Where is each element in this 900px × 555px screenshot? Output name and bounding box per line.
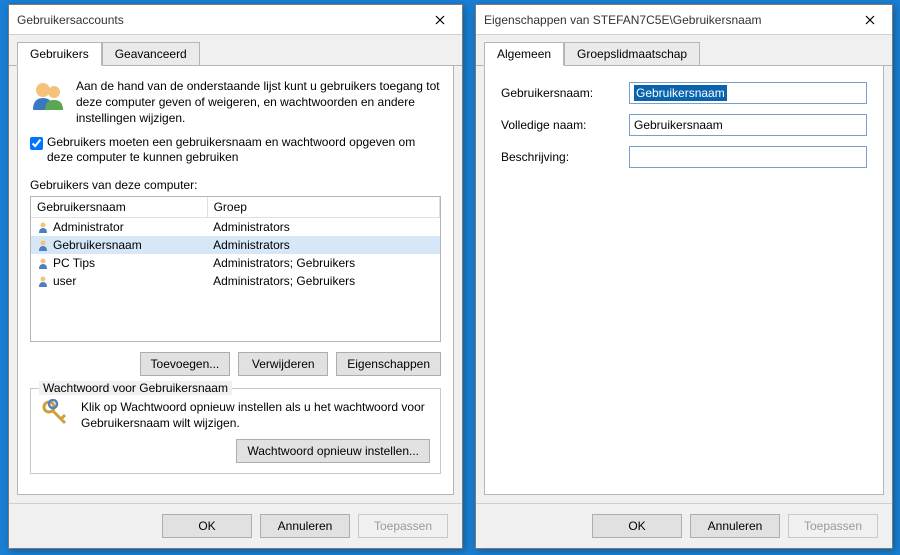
user-icon	[37, 239, 49, 251]
column-username[interactable]: Gebruikersnaam	[31, 197, 207, 218]
cell-username: PC Tips	[31, 254, 207, 272]
cell-username: user	[31, 272, 207, 290]
properties-button[interactable]: Eigenschappen	[336, 352, 441, 376]
close-icon	[435, 15, 445, 25]
titlebar[interactable]: Eigenschappen van STEFAN7C5E\Gebruikersn…	[476, 5, 892, 35]
titlebar[interactable]: Gebruikersaccounts	[9, 5, 462, 35]
cancel-button[interactable]: Annuleren	[690, 514, 780, 538]
reset-password-button[interactable]: Wachtwoord opnieuw instellen...	[236, 439, 430, 463]
table-row[interactable]: userAdministrators; Gebruikers	[31, 272, 440, 290]
user-icon	[37, 221, 49, 233]
password-groupbox: Wachtwoord voor Gebruikersnaam Klik op W…	[30, 388, 441, 474]
cell-group: Administrators	[207, 236, 439, 254]
tab-panel-general: Gebruikersnaam: Gebruikersnaam Volledige…	[484, 66, 884, 495]
tab-membership[interactable]: Groepslidmaatschap	[564, 42, 700, 66]
cell-username: Administrator	[31, 217, 207, 236]
cell-group: Administrators; Gebruikers	[207, 272, 439, 290]
username-field[interactable]: Gebruikersnaam	[629, 82, 867, 104]
cell-group: Administrators	[207, 217, 439, 236]
tabstrip: Gebruikers Geavanceerd	[9, 35, 462, 66]
fullname-label: Volledige naam:	[501, 118, 621, 132]
description-label: Beschrijving:	[501, 150, 621, 164]
require-credentials-checkbox[interactable]	[30, 137, 43, 150]
tab-general[interactable]: Algemeen	[484, 42, 564, 66]
user-icon	[37, 257, 49, 269]
username-value-selected: Gebruikersnaam	[634, 85, 727, 101]
description-field[interactable]	[629, 146, 867, 168]
fullname-field[interactable]	[629, 114, 867, 136]
require-credentials-label: Gebruikers moeten een gebruikersnaam en …	[47, 135, 441, 166]
keys-icon	[41, 399, 69, 427]
close-button[interactable]	[850, 6, 890, 34]
intro-text: Aan de hand van de onderstaande lijst ku…	[76, 78, 441, 127]
window-title: Eigenschappen van STEFAN7C5E\Gebruikersn…	[484, 13, 761, 27]
ok-button[interactable]: OK	[162, 514, 252, 538]
dialog-buttons: OK Annuleren Toepassen	[9, 503, 462, 548]
window-title: Gebruikersaccounts	[17, 13, 124, 27]
username-label: Gebruikersnaam:	[501, 86, 621, 100]
remove-button[interactable]: Verwijderen	[238, 352, 328, 376]
tab-panel-users: Aan de hand van de onderstaande lijst ku…	[17, 66, 454, 495]
user-accounts-window: Gebruikersaccounts Gebruikers Geavanceer…	[8, 4, 463, 549]
cell-username: Gebruikersnaam	[31, 236, 207, 254]
close-icon	[865, 15, 875, 25]
table-row[interactable]: PC TipsAdministrators; Gebruikers	[31, 254, 440, 272]
users-list-label: Gebruikers van deze computer:	[30, 178, 441, 192]
password-group-text: Klik op Wachtwoord opnieuw instellen als…	[81, 399, 430, 431]
user-icon	[37, 275, 49, 287]
apply-button: Toepassen	[358, 514, 448, 538]
tab-advanced[interactable]: Geavanceerd	[102, 42, 200, 66]
close-button[interactable]	[420, 6, 460, 34]
user-properties-window: Eigenschappen van STEFAN7C5E\Gebruikersn…	[475, 4, 893, 549]
cancel-button[interactable]: Annuleren	[260, 514, 350, 538]
tabstrip: Algemeen Groepslidmaatschap	[476, 35, 892, 66]
users-table[interactable]: Gebruikersnaam Groep AdministratorAdmini…	[30, 196, 441, 342]
dialog-buttons: OK Annuleren Toepassen	[476, 503, 892, 548]
apply-button: Toepassen	[788, 514, 878, 538]
tab-users[interactable]: Gebruikers	[17, 42, 102, 66]
column-group[interactable]: Groep	[207, 197, 439, 218]
table-row[interactable]: GebruikersnaamAdministrators	[31, 236, 440, 254]
users-icon	[30, 78, 66, 114]
ok-button[interactable]: OK	[592, 514, 682, 538]
add-button[interactable]: Toevoegen...	[140, 352, 231, 376]
cell-group: Administrators; Gebruikers	[207, 254, 439, 272]
password-group-legend: Wachtwoord voor Gebruikersnaam	[39, 381, 232, 395]
table-row[interactable]: AdministratorAdministrators	[31, 217, 440, 236]
